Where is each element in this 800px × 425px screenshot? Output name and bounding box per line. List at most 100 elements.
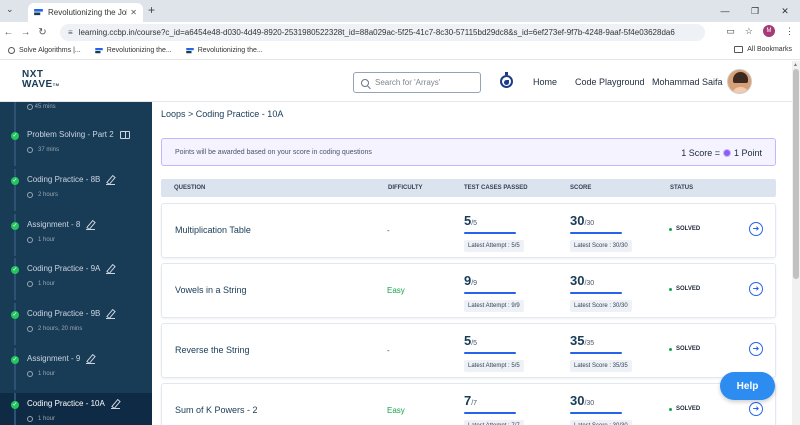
col-question: QUESTION bbox=[174, 185, 206, 191]
sidebar-item-title: Problem Solving - Part 2 bbox=[27, 130, 114, 139]
clock-icon bbox=[27, 147, 33, 153]
question-difficulty: Easy bbox=[387, 286, 405, 295]
sidebar-item[interactable]: ✓ Assignment - 9 1 hour bbox=[0, 348, 152, 390]
minimize-icon[interactable]: — bbox=[710, 0, 740, 22]
test-cases-total: /5 bbox=[471, 340, 478, 347]
question-name[interactable]: Reverse the String bbox=[175, 345, 250, 355]
question-name[interactable]: Multiplication Table bbox=[175, 225, 251, 235]
score-progress bbox=[570, 412, 622, 414]
sidebar-item[interactable]: ✓ Assignment - 8 1 hour bbox=[0, 213, 152, 256]
user-name[interactable]: Mohammad Saifa bbox=[652, 77, 723, 87]
sidebar-item-duration: 1 hour bbox=[38, 281, 56, 288]
browser-toolbar: ← → ↻ ≡ learning.ccbp.in/course?c_id=a64… bbox=[0, 22, 800, 42]
bookmark-item[interactable]: Revolutionizing the... bbox=[185, 47, 263, 54]
latest-score: Latest Score : 35/35 bbox=[570, 360, 632, 372]
sidebar-item[interactable]: ✓ Problem Solving - Part 2 37 mins bbox=[0, 124, 152, 166]
timeline-line bbox=[14, 213, 16, 256]
timeline-line bbox=[14, 124, 16, 166]
nav-code-playground[interactable]: Code Playground bbox=[575, 77, 645, 87]
maximize-icon[interactable]: ❐ bbox=[740, 0, 770, 22]
cast-icon[interactable]: ▭ bbox=[726, 26, 735, 37]
all-bookmarks[interactable]: All Bookmarks bbox=[734, 46, 792, 53]
test-cases-progress bbox=[464, 232, 516, 234]
question-name[interactable]: Sum of K Powers - 2 bbox=[175, 405, 258, 415]
latest-score: Latest Score : 30/30 bbox=[570, 300, 632, 312]
open-question-arrow-icon[interactable]: ➜ bbox=[749, 222, 763, 236]
back-icon[interactable]: ← bbox=[0, 27, 17, 38]
close-window-icon[interactable]: ✕ bbox=[770, 0, 800, 22]
page-scrollbar[interactable]: ▲ bbox=[792, 61, 800, 425]
score-value: 30 bbox=[570, 393, 585, 408]
address-bar[interactable]: ≡ learning.ccbp.in/course?c_id=a6454e48-… bbox=[60, 24, 705, 41]
sidebar-item[interactable]: ✓ Coding Practice - 9A 1 hour bbox=[0, 258, 152, 301]
user-avatar[interactable] bbox=[727, 69, 752, 94]
timer-icon[interactable] bbox=[500, 72, 513, 88]
sidebar-item-duration: 2 hours bbox=[38, 191, 59, 198]
open-question-arrow-icon[interactable]: ➜ bbox=[749, 282, 763, 296]
question-row[interactable]: Reverse the String -5/5 Latest Attempt : 5… bbox=[161, 323, 776, 378]
search-input[interactable]: Search for 'Arrays' bbox=[353, 72, 481, 93]
folder-icon bbox=[734, 46, 744, 53]
question-row[interactable]: Sum of K Powers - 2Easy7/7Latest Attempt… bbox=[161, 383, 776, 425]
menu-icon[interactable]: ⋮ bbox=[785, 26, 794, 37]
bookmark-star-icon[interactable]: ☆ bbox=[745, 26, 753, 37]
score-progress bbox=[570, 292, 622, 294]
timeline-line bbox=[14, 102, 16, 124]
browser-tab[interactable]: Revolutionizing the Job Market ✕ bbox=[28, 3, 143, 22]
url-text: learning.ccbp.in/course?c_id=a6454e48-d0… bbox=[78, 28, 675, 37]
score-cell: 30/30 Latest Score : 30/30 bbox=[570, 212, 632, 252]
tab-close-icon[interactable]: ✕ bbox=[130, 8, 137, 17]
open-question-arrow-icon[interactable]: ➜ bbox=[749, 402, 763, 416]
sidebar-item[interactable]: ✓ Coding Practice - 9B 2 hours, 20 mins bbox=[0, 303, 152, 346]
pencil-icon bbox=[86, 220, 96, 230]
sidebar-prev-meta: 45 mins bbox=[27, 104, 56, 110]
help-button[interactable]: Help bbox=[720, 372, 775, 400]
test-cases-cell: 5/5 Latest Attempt : 5/5 bbox=[464, 212, 524, 252]
latest-score: Latest Score : 30/30 bbox=[570, 240, 632, 252]
sidebar-item-title: Coding Practice - 9B bbox=[27, 309, 101, 319]
col-difficulty: DIFFICULTY bbox=[388, 185, 423, 191]
search-placeholder: Search for 'Arrays' bbox=[375, 78, 441, 87]
nav-home[interactable]: Home bbox=[533, 77, 557, 87]
scroll-up-icon[interactable]: ▲ bbox=[793, 62, 798, 68]
nxtwave-favicon bbox=[94, 47, 103, 53]
open-question-arrow-icon[interactable]: ➜ bbox=[749, 342, 763, 356]
pencil-icon bbox=[86, 354, 96, 364]
coin-icon bbox=[722, 149, 731, 157]
question-row[interactable]: Vowels in a String Easy 9/9 Latest Attempt … bbox=[161, 263, 776, 318]
clock-icon bbox=[27, 104, 33, 110]
forward-icon[interactable]: → bbox=[17, 27, 34, 38]
score-total: /30 bbox=[584, 400, 595, 407]
question-row[interactable]: Multiplication Table -5/5 Latest Attempt :… bbox=[161, 203, 776, 258]
sidebar-item[interactable]: ✓ Coding Practice - 10A 1 hour bbox=[0, 392, 152, 425]
question-name[interactable]: Vowels in a String bbox=[175, 285, 247, 295]
notice-text: Points will be awarded based on your sco… bbox=[175, 149, 372, 156]
check-icon: ✓ bbox=[11, 221, 19, 230]
status-dot bbox=[669, 347, 672, 351]
sidebar-item-duration: 1 hour bbox=[38, 415, 56, 422]
bookmark-item[interactable]: Revolutionizing the... bbox=[94, 47, 172, 54]
test-cases-cell: 5/5 Latest Attempt : 5/5 bbox=[464, 332, 524, 372]
clock-icon bbox=[27, 191, 33, 198]
latest-score: Latest Score : 30/30 bbox=[570, 420, 632, 425]
new-tab-icon[interactable]: + bbox=[148, 3, 155, 17]
test-cases-cell: 9/9 Latest Attempt : 9/9 bbox=[464, 272, 524, 312]
reload-icon[interactable]: ↻ bbox=[34, 27, 51, 38]
status-dot bbox=[669, 227, 672, 231]
pencil-icon bbox=[106, 175, 116, 185]
tab-list-icon[interactable]: ⌄ bbox=[6, 4, 14, 15]
clock-icon bbox=[27, 326, 33, 333]
sidebar-item-title: Coding Practice - 10A bbox=[27, 398, 105, 408]
bookmark-item[interactable]: Solve Algorithms |... bbox=[8, 47, 81, 54]
nxtwave-logo[interactable]: NXT WAVETM bbox=[22, 70, 60, 90]
sidebar-item[interactable]: ✓ Coding Practice - 8B 2 hours bbox=[0, 168, 152, 211]
profile-avatar[interactable]: M bbox=[763, 25, 775, 37]
scrollbar-thumb[interactable] bbox=[793, 69, 799, 279]
sidebar-item-duration: 2 hours, 20 mins bbox=[38, 326, 83, 333]
status-badge: SOLVED bbox=[669, 226, 700, 232]
site-info-icon[interactable]: ≡ bbox=[68, 28, 73, 37]
col-test-cases: TEST CASES PASSED bbox=[464, 185, 528, 191]
bookmarks-bar: Solve Algorithms |... Revolutionizing th… bbox=[0, 42, 800, 60]
score-progress bbox=[570, 232, 622, 234]
sidebar-item-title: Assignment - 8 bbox=[27, 219, 81, 229]
